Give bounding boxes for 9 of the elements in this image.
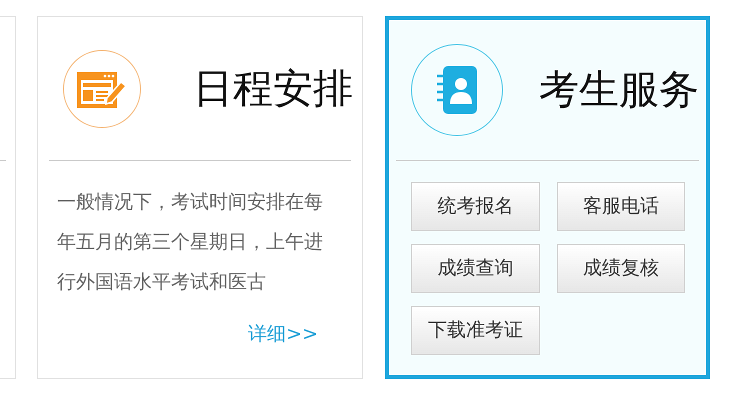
service-button[interactable]: 下载准考证: [411, 306, 540, 355]
service-button[interactable]: 客服电话: [557, 182, 685, 231]
address-book-icon: [437, 66, 477, 114]
service-button[interactable]: 成绩复核: [557, 244, 685, 293]
card-title: 考生服务: [539, 70, 699, 110]
service-button[interactable]: 成绩查询: [411, 244, 540, 293]
service-button[interactable]: 统考报名: [411, 182, 540, 231]
card-description: 一般情况下，考试时间安排在每年五月的第三个星期日，上午进行外国语水平考试和医古: [57, 190, 324, 295]
card-title: 日程安排: [193, 68, 353, 108]
